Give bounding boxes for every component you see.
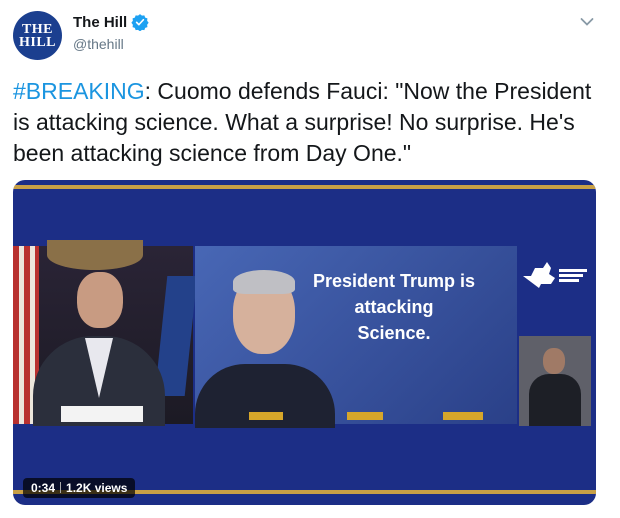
video-stats-badge: 0:34 1.2K views — [23, 478, 136, 498]
tag-1 — [249, 412, 283, 420]
interpreter-body — [529, 374, 581, 426]
tag-3 — [443, 412, 483, 420]
account-handle[interactable]: @thehill — [73, 36, 124, 52]
avatar[interactable]: THE HILL — [13, 11, 62, 60]
lower-tags — [235, 412, 495, 420]
badge-divider — [60, 482, 62, 493]
avatar-line1: THE — [21, 21, 54, 37]
account-name[interactable]: The Hill — [73, 14, 127, 31]
fauci-panel: President Trump is attacking Science. — [195, 246, 517, 428]
video-views: 1.2K views — [66, 481, 128, 495]
hashtag-link[interactable]: #BREAKING — [13, 78, 145, 104]
chevron-down-icon[interactable] — [580, 17, 594, 27]
cuomo-head — [77, 272, 123, 328]
video-player[interactable]: President Trump is attacking Science. 0:… — [13, 180, 596, 505]
fauci-hair — [233, 270, 295, 294]
ny-state-logo-icon — [523, 262, 587, 288]
desk-sign — [61, 406, 143, 422]
avatar-line2: HILL — [18, 34, 56, 50]
verified-badge-icon — [131, 14, 149, 31]
tag-2 — [347, 412, 383, 420]
video-overlay-text: President Trump is attacking Science. — [299, 268, 489, 346]
overlay-line-1: President Trump is — [312, 271, 476, 291]
interpreter-head — [543, 348, 565, 374]
overlay-line-3: Science. — [357, 323, 431, 343]
tweet-header: THE HILL The Hill @thehill — [0, 0, 620, 70]
tweet-text: #BREAKING: Cuomo defends Fauci: "Now the… — [13, 76, 608, 169]
gold-bar-top — [13, 185, 596, 189]
cuomo-panel — [13, 240, 198, 426]
state-seal — [47, 240, 143, 270]
sign-language-interpreter — [519, 336, 591, 426]
video-duration: 0:34 — [31, 481, 56, 495]
overlay-line-2: attacking — [354, 297, 434, 317]
